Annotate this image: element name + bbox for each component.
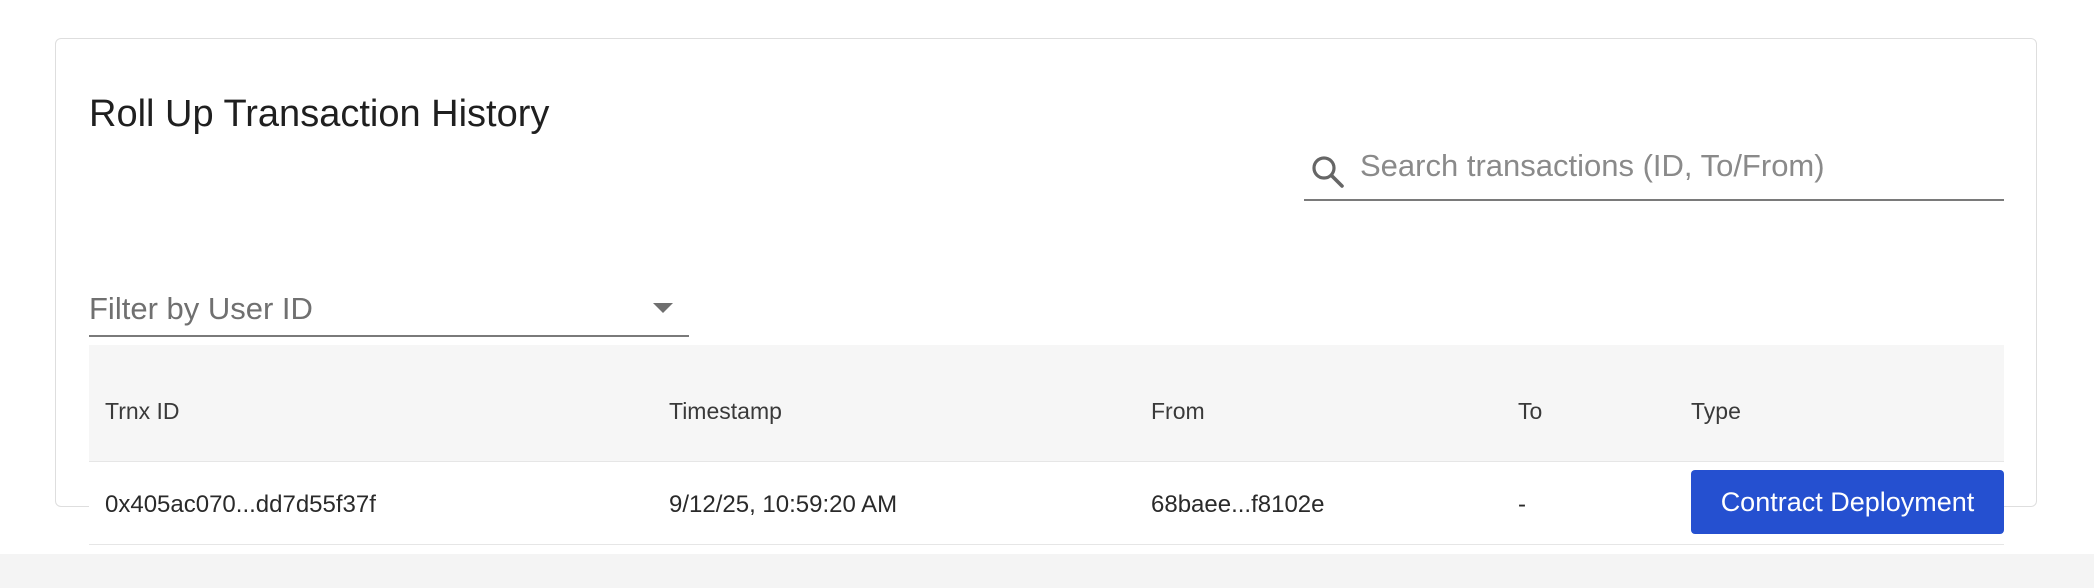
page-title: Roll Up Transaction History	[89, 93, 550, 135]
search-input[interactable]	[1360, 141, 1980, 191]
cell-to: -	[1518, 491, 1526, 518]
column-header-to[interactable]: To	[1518, 345, 1542, 423]
search-icon[interactable]	[1309, 153, 1347, 191]
column-header-timestamp[interactable]: Timestamp	[669, 345, 782, 423]
column-header-type[interactable]: Type	[1691, 345, 1741, 423]
column-header-trnx-id[interactable]: Trnx ID	[105, 345, 180, 423]
column-header-from[interactable]: From	[1151, 345, 1205, 423]
cell-trnx-id[interactable]: 0x405ac070...dd7d55f37f	[105, 492, 376, 518]
page: Roll Up Transaction History Filter by Us…	[0, 0, 2094, 588]
search-field[interactable]	[1304, 135, 2004, 201]
table-row[interactable]: 0x405ac070...dd7d55f37f 9/12/25, 10:59:2…	[89, 461, 2004, 545]
cell-from[interactable]: 68baee...f8102e	[1151, 492, 1325, 518]
transactions-table: Trnx ID Timestamp From To Type 0x405ac07…	[89, 345, 2004, 545]
type-badge-button[interactable]: Contract Deployment	[1691, 470, 2004, 534]
transaction-history-card: Roll Up Transaction History Filter by Us…	[55, 38, 2037, 545]
caret-down-icon[interactable]	[653, 303, 673, 313]
footer-strip	[0, 554, 2094, 588]
filter-label: Filter by User ID	[89, 291, 313, 326]
cell-timestamp: 9/12/25, 10:59:20 AM	[669, 491, 898, 518]
filter-user-id-select[interactable]: Filter by User ID	[89, 279, 689, 337]
table-header: Trnx ID Timestamp From To Type	[89, 345, 2004, 461]
